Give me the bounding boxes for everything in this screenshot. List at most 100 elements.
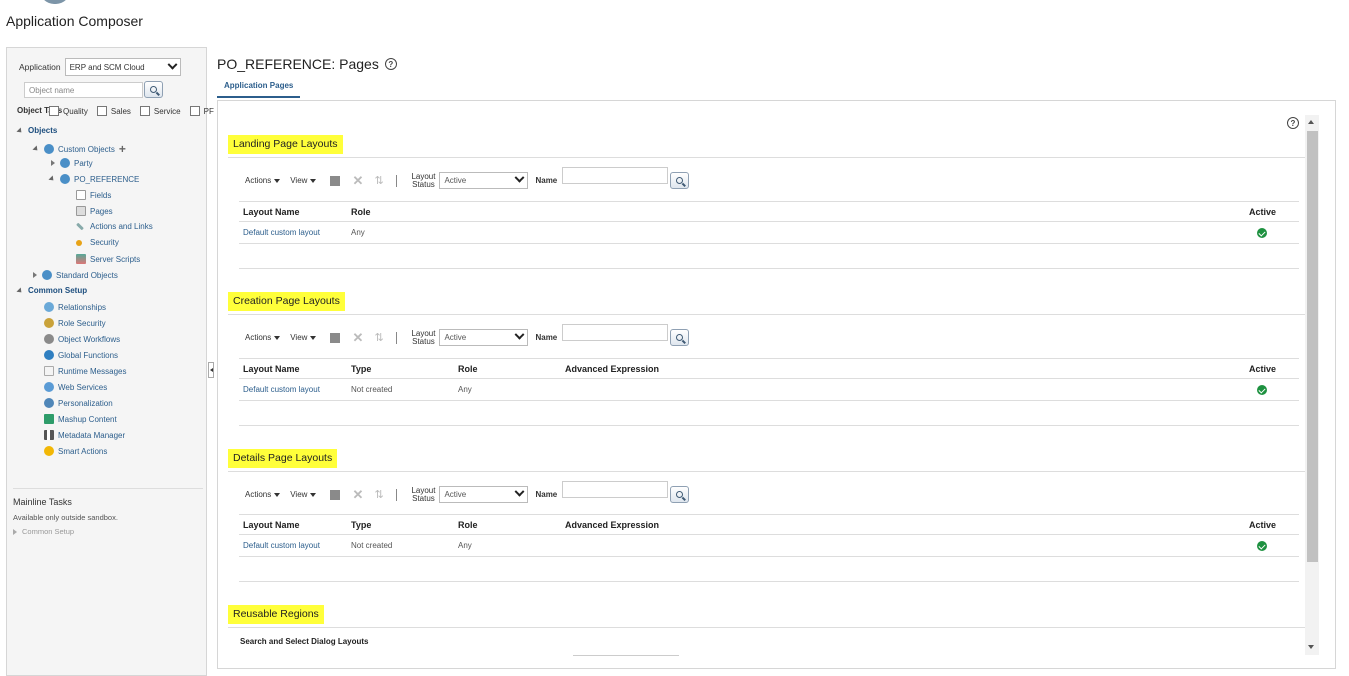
tree-label: Security bbox=[90, 238, 119, 247]
section-bottom-rule bbox=[239, 268, 1299, 269]
reusable-subtitle: Search and Select Dialog Layouts bbox=[240, 637, 369, 646]
caret-down-icon bbox=[274, 492, 281, 497]
layout-name-link[interactable]: Default custom layout bbox=[243, 228, 320, 237]
table-row[interactable]: Default custom layout Not created Any bbox=[239, 535, 1299, 557]
view-menu[interactable]: View bbox=[290, 176, 317, 185]
globe-icon bbox=[44, 350, 54, 360]
table-header: Layout Name Type Role Advanced Expressio… bbox=[239, 514, 1299, 535]
tag-checkbox-pf[interactable] bbox=[189, 106, 200, 116]
add-icon[interactable]: + bbox=[119, 142, 126, 156]
scroll-thumb[interactable] bbox=[1307, 131, 1318, 562]
reorder-icon[interactable]: ⇅ bbox=[374, 175, 384, 186]
delete-icon[interactable]: ✕ bbox=[352, 488, 363, 501]
help-icon[interactable]: ? bbox=[384, 58, 397, 70]
object-icon bbox=[60, 158, 70, 168]
object-name-input[interactable]: Object name bbox=[24, 82, 143, 98]
reorder-icon[interactable]: ⇅ bbox=[374, 332, 384, 343]
tree-item-actions-links[interactable]: Actions and Links bbox=[76, 222, 153, 231]
tree-item-common-setup[interactable]: Common Setup bbox=[16, 286, 87, 295]
panel-splitter[interactable] bbox=[208, 362, 214, 378]
tag-label-pf: PF bbox=[203, 106, 214, 116]
type-value: Not created bbox=[351, 385, 393, 394]
tree-item-custom-objects[interactable]: Custom Objects + bbox=[32, 142, 126, 156]
layout-name-link[interactable]: Default custom layout bbox=[243, 541, 320, 550]
tab-application-pages[interactable]: Application Pages bbox=[217, 79, 301, 98]
tree-item-object-workflows[interactable]: Object Workflows bbox=[44, 334, 120, 344]
view-menu[interactable]: View bbox=[290, 333, 317, 342]
tree-label: Pages bbox=[90, 206, 113, 216]
tree-item-security[interactable]: Security bbox=[76, 238, 119, 247]
active-check-icon bbox=[1257, 541, 1267, 551]
help-icon[interactable]: ? bbox=[1287, 117, 1299, 129]
search-button[interactable] bbox=[144, 81, 163, 98]
tag-checkbox-service[interactable] bbox=[139, 106, 150, 116]
active-check-icon bbox=[1257, 385, 1267, 395]
tree-label: Relationships bbox=[58, 302, 107, 312]
tree-item-party[interactable]: Party bbox=[51, 158, 93, 168]
section-divider bbox=[228, 627, 1305, 628]
chevron-down-icon bbox=[515, 172, 525, 183]
duplicate-icon[interactable] bbox=[330, 489, 341, 500]
section-bottom-rule bbox=[239, 425, 1299, 426]
tree-item-fields[interactable]: Fields bbox=[76, 190, 111, 200]
tree-item-server-scripts[interactable]: Server Scripts bbox=[76, 254, 140, 264]
duplicate-icon[interactable] bbox=[330, 175, 341, 186]
name-input[interactable] bbox=[562, 481, 669, 498]
key-icon bbox=[76, 239, 82, 246]
layout-status-select[interactable]: Active bbox=[439, 486, 529, 503]
col-advanced-expression: Advanced Expression bbox=[565, 364, 660, 374]
search-button[interactable] bbox=[670, 172, 690, 189]
delete-icon[interactable]: ✕ bbox=[352, 174, 363, 187]
name-input[interactable] bbox=[562, 167, 669, 184]
tree-item-relationships[interactable]: Relationships bbox=[44, 302, 106, 312]
caret-down-icon bbox=[310, 335, 317, 340]
tree-label: Party bbox=[74, 158, 93, 168]
tree-item-global-functions[interactable]: Global Functions bbox=[44, 350, 118, 360]
duplicate-icon[interactable] bbox=[330, 332, 341, 343]
name-label: Name bbox=[535, 333, 558, 342]
tag-checkbox-quality[interactable] bbox=[49, 106, 59, 116]
tree-item-objects[interactable]: Objects bbox=[16, 126, 57, 135]
search-button[interactable] bbox=[670, 329, 690, 346]
tag-checkbox-sales[interactable] bbox=[96, 106, 107, 116]
col-role: Role bbox=[458, 520, 478, 530]
layout-status-select[interactable]: Active bbox=[439, 329, 529, 346]
reorder-icon[interactable]: ⇅ bbox=[374, 489, 384, 500]
view-label: View bbox=[290, 176, 308, 185]
name-label: Name bbox=[535, 490, 558, 499]
tree-item-personalization[interactable]: Personalization bbox=[44, 398, 113, 408]
tree-item-web-services[interactable]: Web Services bbox=[44, 382, 107, 392]
tree-item-smart-actions[interactable]: Smart Actions bbox=[44, 446, 107, 456]
tree-item-metadata-manager[interactable]: Metadata Manager bbox=[44, 430, 125, 440]
tree-item-role-security[interactable]: Role Security bbox=[44, 318, 106, 328]
table-row[interactable]: Default custom layout Any bbox=[239, 222, 1299, 244]
tree-label: Server Scripts bbox=[90, 254, 141, 264]
delete-icon[interactable]: ✕ bbox=[352, 331, 363, 344]
search-button[interactable] bbox=[670, 486, 690, 503]
collapsed-icon bbox=[51, 160, 55, 166]
actions-menu[interactable]: Actions bbox=[245, 490, 281, 499]
mainline-common-setup-label: Common Setup bbox=[22, 527, 75, 536]
tree-item-runtime-messages[interactable]: Runtime Messages bbox=[44, 366, 126, 376]
name-input[interactable] bbox=[562, 324, 669, 341]
scroll-up-icon[interactable] bbox=[1308, 120, 1314, 124]
col-type: Type bbox=[351, 364, 372, 374]
tree-label: Web Services bbox=[58, 382, 108, 392]
actions-menu[interactable]: Actions bbox=[245, 176, 281, 185]
tree-item-pages[interactable]: Pages bbox=[76, 206, 113, 216]
caret-down-icon bbox=[274, 178, 281, 183]
layout-status-select[interactable]: Active bbox=[439, 172, 529, 189]
tree-item-mashup-content[interactable]: Mashup Content bbox=[44, 414, 117, 424]
scroll-down-icon[interactable] bbox=[1308, 645, 1314, 649]
tree-item-po-reference[interactable]: PO_REFERENCE bbox=[48, 174, 139, 184]
page-title-text: PO_REFERENCE: Pages bbox=[217, 56, 379, 72]
tree-item-standard-objects[interactable]: Standard Objects bbox=[33, 270, 118, 280]
chevron-down-icon bbox=[515, 329, 525, 340]
layout-name-link[interactable]: Default custom layout bbox=[243, 385, 320, 394]
actions-menu[interactable]: Actions bbox=[245, 333, 281, 342]
view-menu[interactable]: View bbox=[290, 490, 317, 499]
table-row[interactable]: Default custom layout Not created Any bbox=[239, 379, 1299, 401]
objects-icon bbox=[44, 144, 54, 154]
application-select[interactable]: ERP and SCM Cloud bbox=[64, 58, 181, 76]
vertical-scrollbar[interactable] bbox=[1305, 115, 1319, 655]
